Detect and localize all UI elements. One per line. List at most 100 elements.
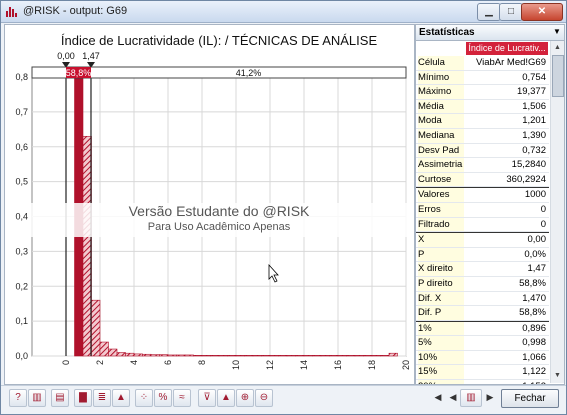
stat-row[interactable]: 1% 0,896 (416, 320, 549, 337)
density-button[interactable]: ▲ (112, 389, 130, 407)
stat-row[interactable]: X direito 1,47 (416, 262, 549, 277)
stat-label: Média (418, 99, 464, 114)
stat-row[interactable]: 10% 1,066 (416, 350, 549, 366)
histogram-bar (142, 353, 152, 357)
y-tick-label: 0,7 (15, 107, 28, 117)
zoom-out-button[interactable]: ⊖ (255, 389, 273, 407)
histogram-bar (150, 354, 160, 357)
minimize-button[interactable]: ▁ (477, 3, 501, 21)
histogram-chart[interactable]: Índice de Lucratividade (IL): / TÉCNICAS… (4, 24, 415, 385)
left-delimiter-value: 0,00 (57, 51, 75, 61)
y-tick-label: 0,8 (15, 72, 28, 82)
stat-row[interactable]: Moda 1,201 (416, 114, 549, 129)
zoom-out-icon: ⊖ (259, 392, 269, 403)
stat-label: 15% (418, 365, 464, 380)
histogram-bar (244, 355, 254, 357)
histogram-bar (269, 355, 279, 357)
zoom-graph-icon: ▲ (221, 392, 231, 403)
close-icon: ✕ (537, 6, 547, 17)
stat-row[interactable]: 15% 1,122 (416, 365, 549, 381)
filter-button[interactable]: ⊽ (198, 389, 216, 407)
chart-title: Índice de Lucratividade (IL): / TÉCNICAS… (61, 33, 378, 48)
stat-value: 0 (540, 218, 546, 230)
nav-next-icon[interactable]: ▶ (483, 389, 497, 405)
histogram-button[interactable]: ▇ (74, 389, 92, 407)
stat-label: Máximo (418, 85, 464, 99)
cumulative-button[interactable]: ≣ (93, 389, 111, 407)
stat-row[interactable]: Mediana 1,390 (416, 128, 549, 144)
x-tick-label: 20 (401, 360, 411, 370)
stat-value: 0,896 (522, 322, 546, 334)
stat-row[interactable]: Desv Pad 0,732 (416, 143, 549, 159)
stat-row[interactable]: Média 1,506 (416, 99, 549, 115)
y-tick-label: 0,6 (15, 142, 28, 152)
help-button[interactable]: ? (9, 389, 27, 407)
chevron-down-icon[interactable]: ▼ (552, 27, 562, 37)
stat-row[interactable]: 5% 0,998 (416, 336, 549, 351)
statistics-scrollbar[interactable]: ▲ ▼ (550, 41, 564, 383)
x-tick-label: 4 (129, 360, 139, 365)
summary-button[interactable]: ▥ (28, 389, 46, 407)
nav-prev-icon[interactable]: ◀ (446, 389, 460, 405)
stat-row[interactable]: Assimetria 15,2840 (416, 158, 549, 173)
stat-value: 1,066 (522, 351, 546, 363)
histogram-bar (210, 355, 220, 357)
stat-row[interactable]: P direito 58,8% (416, 276, 549, 292)
histogram-bar (354, 355, 364, 357)
statistics-header-label: Estatísticas (419, 27, 475, 38)
bottom-toolbar: ? ▥ ▤ ▇ ≣ ▲ ⁘ % ≈ ⊽ ▲ ⊕ ⊖ ◀ ◀ ▥ ▶ Fechar (1, 385, 566, 414)
title-bar[interactable]: @RISK - output: G69 ▁ □ ✕ (1, 1, 566, 23)
histogram-bar (303, 355, 313, 357)
stat-row[interactable]: Máximo 19,377 (416, 85, 549, 100)
graph-options-button[interactable]: ≈ (173, 389, 191, 407)
percent-button[interactable]: % (154, 389, 172, 407)
scroll-down-icon[interactable]: ▼ (553, 371, 562, 380)
stat-row[interactable]: Dif. X 1,470 (416, 291, 549, 307)
histogram-bar (159, 354, 169, 357)
y-tick-label: 0,1 (15, 316, 28, 326)
percent-icon: % (158, 392, 168, 403)
histogram-bar (184, 354, 194, 357)
cumulative-icon: ≣ (97, 392, 107, 403)
table-button[interactable]: ▤ (51, 389, 69, 407)
histogram-bar (167, 354, 177, 357)
histogram-bar (278, 355, 288, 357)
histogram-bar (227, 355, 237, 357)
histogram-bar (261, 355, 271, 357)
histogram-bar (252, 355, 262, 357)
x-tick-label: 12 (265, 360, 275, 370)
y-tick-label: 0,4 (15, 212, 28, 222)
stat-row[interactable]: Dif. P 58,8% (416, 306, 549, 321)
close-button[interactable]: Fechar (501, 389, 559, 408)
stat-row[interactable]: Célula ViabAr Med!G69 (416, 56, 549, 71)
stat-row[interactable]: X esquerdo 0,00 (416, 232, 549, 259)
stat-label: Valores (418, 188, 464, 202)
scroll-thumb[interactable] (552, 55, 564, 97)
stat-row[interactable]: Valores 1000 (416, 187, 549, 203)
stat-value: 19,377 (516, 86, 546, 98)
window-layout-button[interactable]: ▥ (460, 389, 482, 407)
scroll-up-icon[interactable]: ▲ (553, 43, 562, 52)
close-window-button[interactable]: ✕ (521, 3, 563, 21)
stat-row[interactable]: P esquerdo 0,0% (416, 247, 549, 273)
histogram-bar (320, 355, 330, 357)
stat-row[interactable]: Curtose 360,2924 (416, 172, 549, 188)
stat-value: 1,122 (522, 366, 546, 378)
zoom-graph-button[interactable]: ▲ (217, 389, 235, 407)
y-tick-label: 0,5 (15, 177, 28, 187)
stat-label: 1% (418, 321, 464, 336)
statistics-header[interactable]: Estatísticas ▼ (416, 25, 564, 41)
stat-label: P direito (418, 276, 464, 291)
stat-row[interactable]: Filtrado 0 (416, 217, 549, 233)
maximize-icon: □ (507, 6, 515, 17)
scatter-button[interactable]: ⁘ (135, 389, 153, 407)
nav-first-icon[interactable]: ◀ (431, 389, 445, 405)
maximize-button[interactable]: □ (499, 3, 523, 21)
stat-row[interactable]: Erros 0 (416, 202, 549, 218)
stat-row[interactable]: Mínimo 0,754 (416, 70, 549, 86)
stat-label: Dif. X (418, 291, 464, 306)
stat-label: Erros (418, 202, 464, 217)
histogram-bar (108, 348, 118, 357)
histogram-bar (380, 355, 390, 357)
zoom-in-button[interactable]: ⊕ (236, 389, 254, 407)
